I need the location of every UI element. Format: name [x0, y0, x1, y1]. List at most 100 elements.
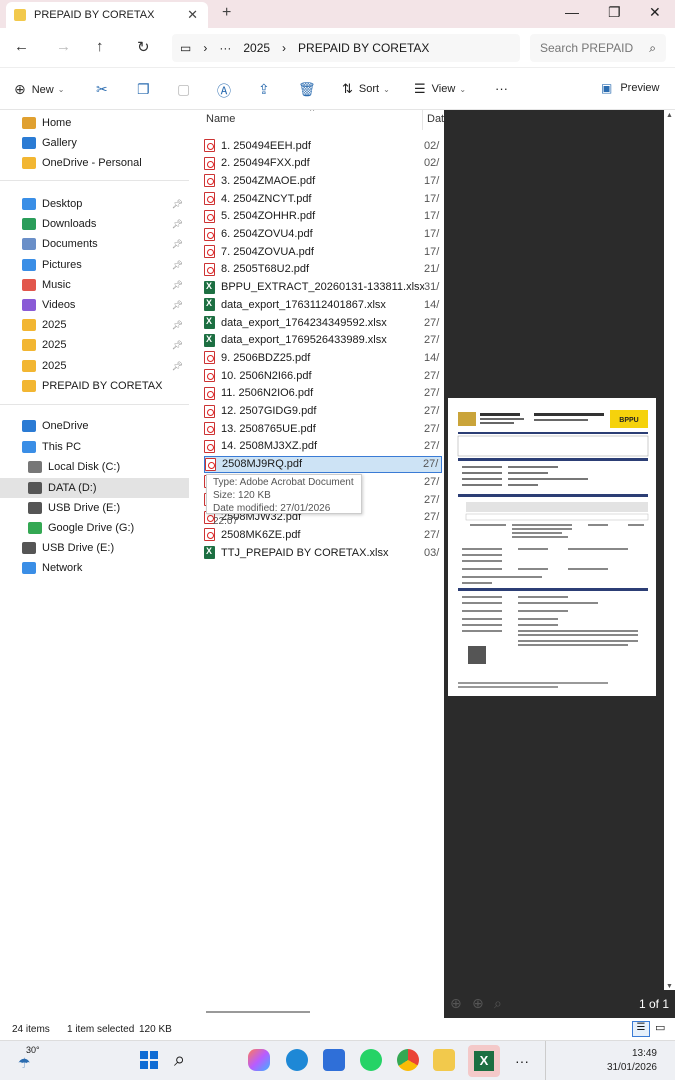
- file-row[interactable]: 7. 2504ZOVUA.pdf 17/: [204, 243, 442, 260]
- file-row[interactable]: 8. 2505T68U2.pdf 21/: [204, 261, 442, 278]
- view-icon: ☰: [414, 81, 426, 96]
- close-tab-icon[interactable]: ✕: [187, 7, 198, 23]
- sidebar-item[interactable]: DATA (D:): [0, 478, 189, 498]
- back-arrow-icon[interactable]: ←: [14, 38, 29, 55]
- file-row[interactable]: 13. 2508765UE.pdf 27/: [204, 420, 442, 437]
- details-view-icon[interactable]: ☰: [632, 1021, 650, 1037]
- weather-temp[interactable]: 30°: [26, 1045, 40, 1055]
- scroll-up-icon[interactable]: ▲: [666, 112, 673, 119]
- sidebar-item[interactable]: PREPAID BY CORETAX: [0, 376, 189, 396]
- breadcrumb-more[interactable]: ···: [219, 41, 231, 55]
- sidebar-item-label: Music: [42, 279, 71, 291]
- horizontal-scrollbar[interactable]: [206, 1011, 310, 1013]
- sort-button[interactable]: ⇅ Sort ⌄: [342, 81, 390, 97]
- paste-icon[interactable]: ▢: [177, 81, 190, 98]
- file-row[interactable]: 3. 2504ZMAOE.pdf 17/: [204, 172, 442, 189]
- file-row[interactable]: 4. 2504ZNCYT.pdf 17/: [204, 190, 442, 207]
- up-arrow-icon[interactable]: ↑: [96, 38, 104, 55]
- column-name-header[interactable]: Name: [206, 113, 235, 125]
- new-tab-button[interactable]: +: [222, 4, 231, 22]
- page-up-icon[interactable]: ⊕: [450, 995, 462, 1012]
- sidebar-item[interactable]: Network: [0, 558, 189, 578]
- cut-icon[interactable]: ✂: [96, 81, 108, 98]
- file-row[interactable]: 10. 2506N2I66.pdf 27/: [204, 367, 442, 384]
- file-row[interactable]: TTJ_PREPAID BY CORETAX.xlsx 03/: [204, 544, 442, 561]
- breadcrumb-2025[interactable]: 2025: [243, 41, 270, 55]
- overflow-icon[interactable]: ···: [515, 1053, 529, 1069]
- file-row[interactable]: 12. 2507GIDG9.pdf 27/: [204, 403, 442, 420]
- pin-icon: 📌︎: [171, 339, 183, 350]
- tab-prepaid-by-coretax[interactable]: PREPAID BY CORETAX ✕: [6, 2, 208, 28]
- breadcrumb-prepaid[interactable]: PREPAID BY CORETAX: [298, 41, 429, 55]
- sidebar-item[interactable]: Pictures 📌︎: [0, 255, 189, 275]
- file-explorer-icon[interactable]: [433, 1049, 455, 1071]
- sidebar-item[interactable]: Desktop 📌︎: [0, 194, 189, 214]
- forward-arrow-icon[interactable]: →: [56, 38, 71, 55]
- view-button[interactable]: ☰ View ⌄: [414, 81, 466, 97]
- sidebar-item[interactable]: 2025 📌︎: [0, 315, 189, 335]
- tiles-view-icon[interactable]: ▭: [655, 1021, 665, 1034]
- file-row[interactable]: 9. 2506BDZ25.pdf 14/: [204, 349, 442, 366]
- search-icon[interactable]: ⌕: [174, 1049, 196, 1071]
- sidebar-item[interactable]: Documents 📌︎: [0, 234, 189, 254]
- sidebar-item[interactable]: Home: [0, 113, 189, 133]
- file-row[interactable]: 2. 250494FXX.pdf 02/: [204, 155, 442, 172]
- column-date-header[interactable]: Dat: [427, 113, 444, 125]
- sidebar-item[interactable]: Google Drive (G:): [0, 518, 189, 538]
- maximize-button[interactable]: ❐: [608, 4, 621, 21]
- command-bar: ⊕ New ⌄ ✂ ❐ ▢ Ⓐ ⇪ 🗑︎ ⇅ Sort ⌄ ☰ View ⌄ ·…: [0, 68, 675, 110]
- sidebar-item[interactable]: OneDrive - Personal: [0, 153, 189, 173]
- sidebar-item[interactable]: Downloads 📌︎: [0, 214, 189, 234]
- file-row[interactable]: 5. 2504ZOHHR.pdf 17/: [204, 208, 442, 225]
- search-input[interactable]: Search PREPAID ⌕: [530, 34, 666, 62]
- store-icon[interactable]: [323, 1049, 345, 1071]
- new-button[interactable]: ⊕ New ⌄: [14, 81, 64, 98]
- file-row[interactable]: 6. 2504ZOVU4.pdf 17/: [204, 226, 442, 243]
- sidebar-item[interactable]: Music 📌︎: [0, 275, 189, 295]
- sidebar-item[interactable]: Videos 📌︎: [0, 295, 189, 315]
- page-down-icon[interactable]: ⊕: [472, 995, 484, 1012]
- status-bar: 24 items 1 item selected 120 KB ☰ ▭: [0, 1018, 675, 1040]
- sidebar-item[interactable]: Gallery: [0, 133, 189, 153]
- scroll-down-icon[interactable]: ▼: [666, 983, 673, 990]
- sidebar-item-label: OneDrive - Personal: [42, 157, 142, 169]
- file-row[interactable]: data_export_1769526433989.xlsx 27/: [204, 332, 442, 349]
- preview-button[interactable]: ▣ Preview: [601, 81, 659, 95]
- sidebar-item[interactable]: Local Disk (C:): [0, 457, 189, 477]
- chrome-icon[interactable]: [397, 1049, 419, 1071]
- system-clock[interactable]: 13:49 31/01/2026: [607, 1047, 657, 1075]
- start-button[interactable]: [138, 1049, 160, 1071]
- weather-icon[interactable]: ☂: [18, 1055, 31, 1072]
- close-window-button[interactable]: ✕: [649, 4, 661, 21]
- file-row[interactable]: data_export_1764234349592.xlsx 27/: [204, 314, 442, 331]
- sidebar-item[interactable]: OneDrive: [0, 416, 189, 436]
- sidebar-item[interactable]: 2025 📌︎: [0, 356, 189, 376]
- excel-taskbar-button[interactable]: X: [468, 1045, 500, 1077]
- breadcrumb[interactable]: ▭ › ··· 2025 › PREPAID BY CORETAX: [172, 34, 520, 62]
- minimize-button[interactable]: —: [565, 4, 579, 20]
- vertical-scrollbar[interactable]: ▲ ▼: [664, 110, 675, 990]
- whatsapp-icon[interactable]: [360, 1049, 382, 1071]
- sidebar-item[interactable]: 2025 📌︎: [0, 335, 189, 355]
- zoom-icon[interactable]: ⌕: [494, 995, 502, 1012]
- sidebar-item[interactable]: This PC: [0, 437, 189, 457]
- file-row-selected[interactable]: 2508MJ9RQ.pdf 27/: [204, 455, 442, 473]
- edge-icon[interactable]: [286, 1049, 308, 1071]
- sidebar-item-icon: [28, 482, 42, 494]
- sidebar-item[interactable]: USB Drive (E:): [0, 498, 189, 518]
- copilot-icon[interactable]: [248, 1049, 270, 1071]
- refresh-icon[interactable]: ↻: [137, 38, 150, 56]
- rename-icon[interactable]: Ⓐ: [217, 81, 231, 101]
- sidebar-item[interactable]: USB Drive (E:): [0, 538, 189, 558]
- file-row[interactable]: BPPU_EXTRACT_20260131-133811.xlsx31/: [204, 279, 442, 296]
- share-icon[interactable]: ⇪: [258, 81, 270, 98]
- column-divider[interactable]: [422, 110, 423, 130]
- file-row[interactable]: data_export_1763112401867.xlsx 14/: [204, 296, 442, 313]
- delete-icon[interactable]: 🗑︎: [298, 81, 316, 98]
- more-options-button[interactable]: ···: [495, 81, 508, 96]
- file-row[interactable]: 1. 250494EEH.pdf 02/: [204, 137, 442, 154]
- copy-icon[interactable]: ❐: [137, 81, 150, 98]
- file-row[interactable]: 11. 2506N2IO6.pdf 27/: [204, 385, 442, 402]
- file-row[interactable]: 14. 2508MJ3XZ.pdf 27/: [204, 438, 442, 455]
- file-row[interactable]: 2508MK6ZE.pdf 27/: [204, 526, 442, 543]
